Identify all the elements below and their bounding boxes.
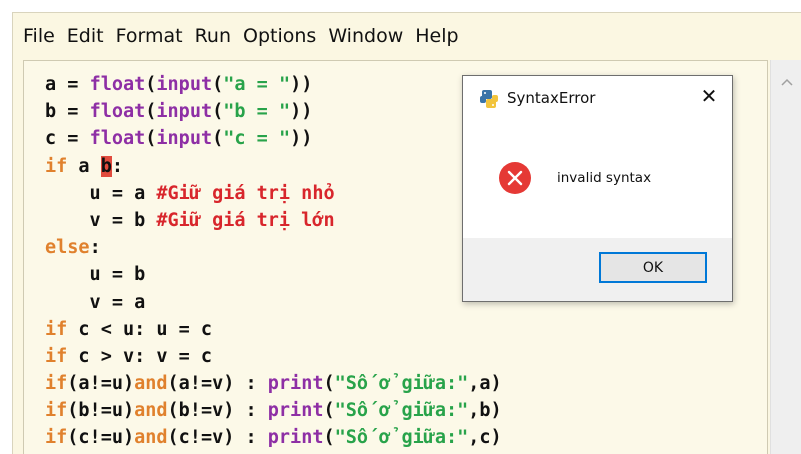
code-token: ,a) [468,373,502,395]
code-token: c = [45,128,90,150]
code-token: u = a [45,182,157,204]
keyword-token: if [45,318,68,340]
keyword-token: if [45,345,68,367]
builtin-token: float [89,101,146,123]
comment-token: #Giữ giá trị nhỏ [156,182,335,204]
dialog-titlebar[interactable]: SyntaxError ✕ [463,76,732,120]
builtin-token: input [156,74,213,95]
dialog-body: invalid syntax [463,120,732,238]
builtin-token: float [89,74,146,95]
menu-window[interactable]: Window [328,25,403,47]
code-token: (a!=u) [67,373,135,395]
code-token: ,c) [468,427,502,449]
code-token: )) [290,128,313,150]
builtin-token: float [89,128,146,150]
code-token: ( [212,128,224,150]
code-token: (b!=u) [67,400,135,422]
vertical-scrollbar[interactable] [770,60,801,454]
code-token: (c!=u) [67,427,135,449]
builtin-token: print [267,427,324,449]
code-token: ( [212,101,224,123]
keyword-token: else [45,237,90,259]
code-line: if(b!=u)and(b!=v) : print("Số ở giữa:",b… [45,397,502,424]
code-token: a [67,155,101,177]
string-token: "c = " [223,128,291,150]
dialog-title: SyntaxError [507,89,596,107]
code-line: if(a!=u)and(a!=v) : print("Số ở giữa:",a… [45,370,502,397]
code-token: (a!=v) : [167,373,268,395]
code-token: c < u: u = c [67,318,213,340]
code-token: ( [323,427,335,449]
code-token: b = [45,101,90,123]
code-token: : [111,155,123,177]
keyword-token: if [45,373,68,395]
close-icon[interactable]: ✕ [699,86,719,106]
code-token: (b!=v) : [167,400,268,422]
code-token: ,b) [468,400,502,422]
code-line: v = b #Giữ giá trị lớn [45,207,502,234]
keyword-token: and [134,373,168,395]
menu-edit[interactable]: Edit [67,25,104,47]
code-line: a = float(input("a = ")) [45,71,502,98]
error-icon [499,162,531,194]
code-line: if a b: [45,153,502,180]
string-token: "b = " [223,101,291,123]
code-token: ( [145,101,157,123]
menu-options[interactable]: Options [243,25,316,47]
ok-button[interactable]: OK [599,252,707,283]
builtin-token: print [267,373,324,395]
string-token: "Số ở giữa:" [334,427,469,449]
code-line: u = a #Giữ giá trị nhỏ [45,180,502,207]
code-token: (c!=v) : [167,427,268,449]
keyword-token: if [45,155,68,177]
builtin-token: print [267,400,324,422]
code-token: v = b [45,209,157,231]
code-token: )) [290,101,313,123]
menu-format[interactable]: Format [116,25,183,47]
menu-file[interactable]: File [23,25,55,47]
comment-token: #Giữ giá trị lớn [156,209,335,231]
string-token: "Số ở giữa:" [334,373,469,395]
code-line: u = b [45,261,502,288]
syntax-error-dialog: SyntaxError ✕ invalid syntax OK [462,75,733,302]
dialog-footer: OK [463,238,732,301]
code-text: a = float(input("a = ")) b = float(input(… [45,71,502,452]
code-line: else: [45,234,502,261]
python-icon [480,90,498,108]
code-line: if(c!=u)and(c!=v) : print("Số ở giữa:",c… [45,424,502,451]
menu-help[interactable]: Help [415,25,458,47]
code-token: ( [323,373,335,395]
code-token: u = b [45,264,146,286]
code-token: )) [290,74,313,95]
code-token: ( [145,128,157,150]
code-line: if c < u: u = c [45,316,502,343]
chevron-up-icon[interactable] [780,75,794,89]
code-line: b = float(input("b = ")) [45,98,502,125]
code-token: ( [323,400,335,422]
keyword-token: if [45,427,68,449]
code-line: if c > v: v = c [45,343,502,370]
code-line: c = float(input("c = ")) [45,125,502,152]
code-token: : [89,237,101,259]
keyword-token: and [134,427,168,449]
builtin-token: input [156,128,213,150]
keyword-token: and [134,400,168,422]
code-token: a = [45,74,90,95]
code-token: ( [212,74,224,95]
keyword-token: if [45,400,68,422]
code-token: ( [145,74,157,95]
menubar: File Edit Format Run Options Window Help [13,13,801,59]
string-token: "a = " [223,74,291,95]
dialog-message: invalid syntax [557,170,652,186]
code-line: v = a [45,289,502,316]
menu-run[interactable]: Run [195,25,231,47]
string-token: "Số ở giữa:" [334,400,469,422]
code-token: c > v: v = c [67,345,213,367]
error-highlight: b [100,155,112,177]
code-token: v = a [45,291,146,313]
builtin-token: input [156,101,213,123]
